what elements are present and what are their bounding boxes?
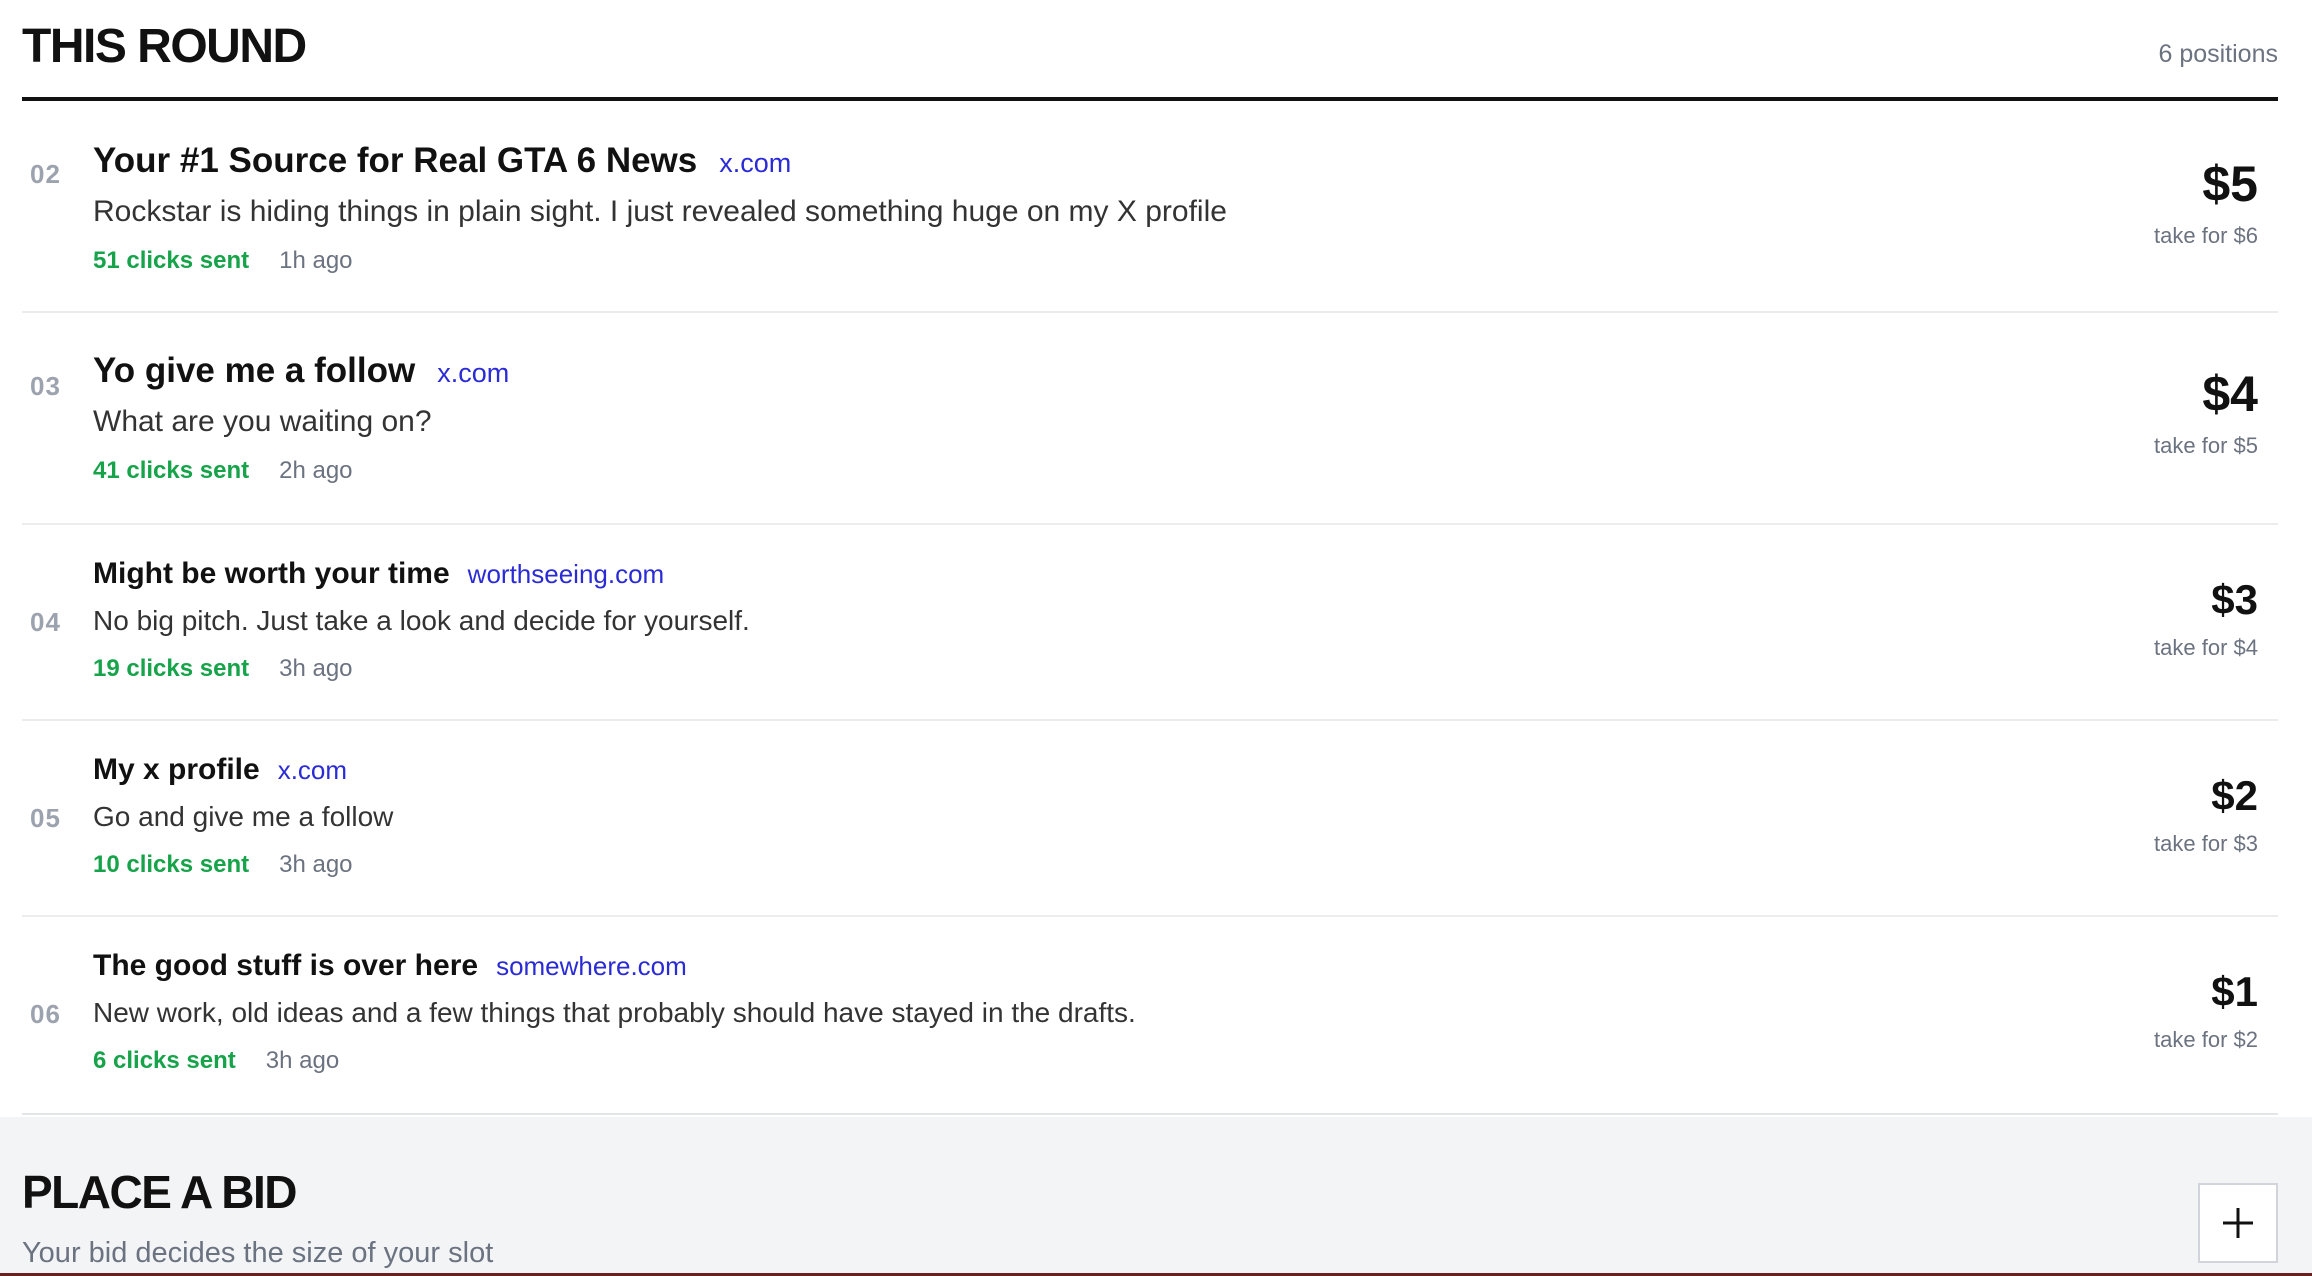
place-bid-panel: PLACE A BID Your bid decides the size of… — [0, 1117, 2312, 1276]
slot-clicks: 51 clicks sent — [93, 247, 250, 274]
positions-count: 6 positions — [2158, 40, 2278, 68]
slot-title[interactable]: My x profile — [93, 753, 260, 787]
slot-domain-link[interactable]: x.com — [278, 755, 347, 786]
slot-domain-link[interactable]: somewhere.com — [496, 951, 687, 982]
slot-description: No big pitch. Just take a look and decid… — [93, 605, 750, 636]
slot-description: New work, old ideas and a few things tha… — [93, 997, 1136, 1028]
slot-row[interactable]: 06 The good stuff is over here somewhere… — [22, 917, 2278, 1115]
slot-clicks: 41 clicks sent — [93, 457, 250, 484]
slot-clicks: 10 clicks sent — [93, 851, 250, 878]
round-header: THIS ROUND 6 positions — [22, 0, 2278, 101]
slot-title[interactable]: The good stuff is over here — [93, 949, 478, 983]
round-section: THIS ROUND 6 positions 02 Your #1 Source… — [22, 0, 2278, 1115]
take-slot-link[interactable]: take for $5 — [2154, 433, 2258, 459]
slot-price: $3 — [2211, 576, 2258, 623]
round-title: THIS ROUND — [22, 20, 307, 73]
slot-title[interactable]: Yo give me a follow — [93, 351, 415, 391]
slot-rank: 02 — [30, 159, 61, 189]
slot-description: What are you waiting on? — [93, 405, 432, 438]
slot-price: $5 — [2202, 156, 2258, 212]
slot-timestamp: 2h ago — [279, 457, 353, 484]
take-slot-link[interactable]: take for $3 — [2154, 831, 2258, 857]
take-slot-link[interactable]: take for $6 — [2154, 223, 2258, 249]
bid-subtitle: Your bid decides the size of your slot — [22, 1237, 494, 1269]
slot-price: $2 — [2211, 772, 2258, 819]
slot-rank: 05 — [30, 803, 61, 833]
take-slot-link[interactable]: take for $4 — [2154, 635, 2258, 661]
slot-price: $4 — [2202, 366, 2258, 422]
slot-domain-link[interactable]: x.com — [437, 358, 509, 389]
plus-icon — [2221, 1206, 2255, 1240]
slot-title[interactable]: Your #1 Source for Real GTA 6 News — [93, 141, 697, 181]
slot-price: $1 — [2211, 968, 2258, 1015]
slot-row[interactable]: 03 Yo give me a follow x.com What are yo… — [22, 313, 2278, 525]
slot-description: Rockstar is hiding things in plain sight… — [93, 195, 1227, 228]
slot-rank: 06 — [30, 999, 61, 1029]
slot-rank: 03 — [30, 371, 61, 401]
slot-timestamp: 3h ago — [279, 655, 353, 682]
slot-timestamp: 1h ago — [279, 247, 353, 274]
slot-clicks: 6 clicks sent — [93, 1047, 236, 1074]
slot-clicks: 19 clicks sent — [93, 655, 250, 682]
slot-rank: 04 — [30, 607, 61, 637]
slot-row[interactable]: 04 Might be worth your time worthseeing.… — [22, 525, 2278, 721]
slot-row[interactable]: 05 My x profile x.com Go and give me a f… — [22, 721, 2278, 917]
slot-domain-link[interactable]: worthseeing.com — [468, 559, 665, 590]
slot-description: Go and give me a follow — [93, 801, 394, 832]
slot-timestamp: 3h ago — [279, 851, 353, 878]
bid-title: PLACE A BID — [22, 1166, 298, 1218]
expand-bid-button[interactable] — [2198, 1183, 2278, 1263]
slot-row[interactable]: 02 Your #1 Source for Real GTA 6 News x.… — [22, 101, 2278, 313]
slot-timestamp: 3h ago — [265, 1047, 340, 1074]
slot-domain-link[interactable]: x.com — [719, 148, 791, 179]
take-slot-link[interactable]: take for $2 — [2154, 1027, 2258, 1053]
slot-title[interactable]: Might be worth your time — [93, 557, 450, 591]
